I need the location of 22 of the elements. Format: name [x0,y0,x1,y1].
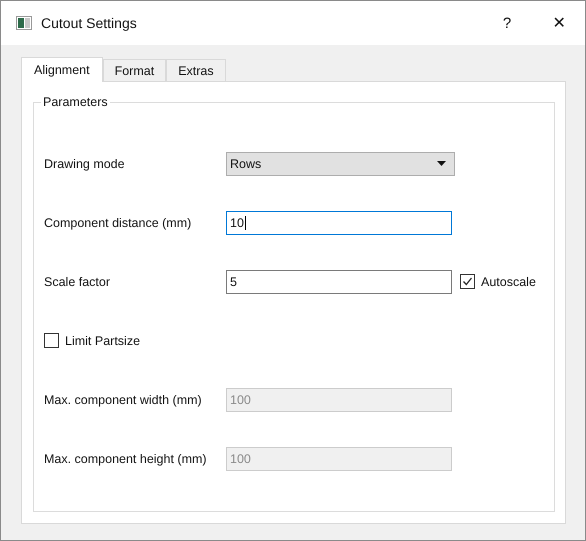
field-label: Component distance (mm) [44,216,192,230]
input-field[interactable]: 10 [226,210,452,234]
checkbox-label: Autoscale [481,274,536,288]
app-icon [16,16,32,30]
help-button[interactable]: ? [481,1,533,45]
tab[interactable]: Format [102,59,166,81]
tab[interactable]: Alignment [21,57,103,82]
window-title: Cutout Settings [41,15,137,31]
dropdown[interactable]: Rows [226,152,455,176]
group-title: Parameters [41,95,110,109]
check-icon [462,276,473,287]
tab[interactable]: Extras [166,59,226,81]
field-label: Max. component height (mm) [44,452,208,466]
checkbox[interactable] [460,274,475,289]
caret-icon [437,161,446,166]
field-label: Scale factor [44,274,112,288]
field-label: Drawing mode [44,156,126,170]
close-button[interactable]: ✕ [533,1,585,45]
input-field[interactable]: 5 [226,270,452,294]
field-label: Max. component width (mm) [44,392,203,406]
checkbox[interactable] [44,333,59,348]
checkbox-label: Limit Partsize [65,334,140,348]
